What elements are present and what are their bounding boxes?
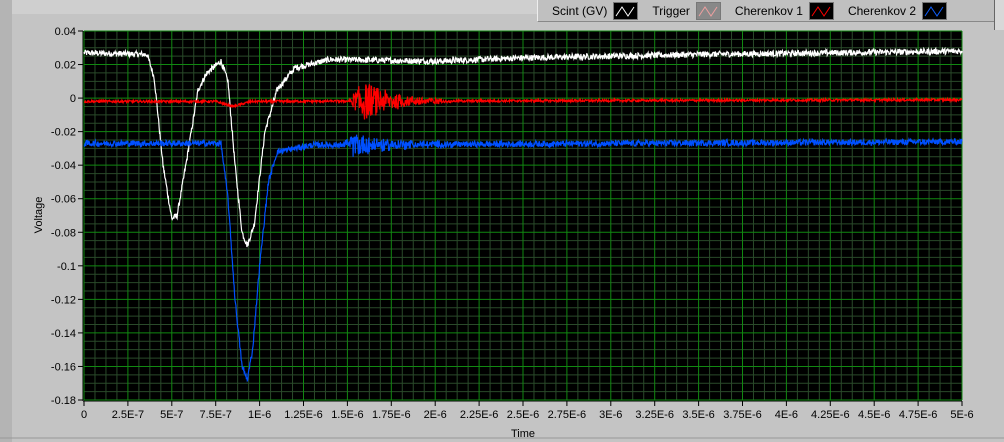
- legend-swatch-cherenkov-2[interactable]: [922, 1, 948, 20]
- plot-legend[interactable]: Scint (GV) Trigger Cherenkov 1 Cherenkov…: [537, 0, 995, 22]
- legend-scrollbar[interactable]: [994, 0, 1004, 30]
- legend-label-cherenkov-1: Cherenkov 1: [734, 3, 803, 18]
- legend-label-scint: Scint (GV): [552, 3, 608, 18]
- legend-swatch-scint[interactable]: [613, 1, 639, 20]
- legend-label-cherenkov-2: Cherenkov 2: [847, 3, 917, 18]
- left-strip: [0, 0, 12, 442]
- legend-swatch-trigger[interactable]: [695, 1, 721, 20]
- legend-swatch-cherenkov-1[interactable]: [808, 1, 834, 20]
- legend-label-trigger: Trigger: [652, 3, 690, 18]
- graph-frame: [0, 0, 1004, 442]
